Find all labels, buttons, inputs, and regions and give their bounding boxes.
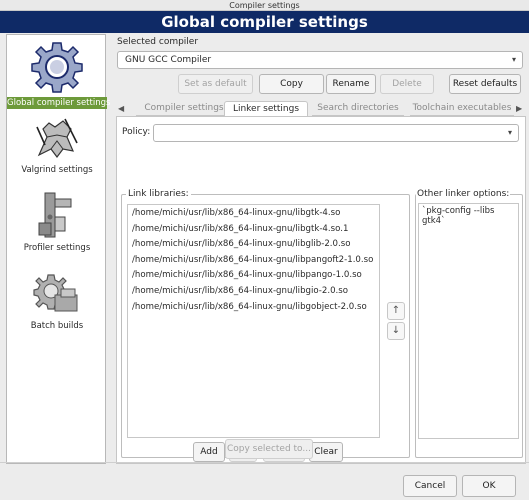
policy-label: Policy: xyxy=(122,127,151,137)
tab-scroll-right-icon[interactable]: ▶ xyxy=(516,101,522,116)
other-linker-options-value: `pkg-config --libs gtk4` xyxy=(422,206,495,226)
link-libraries-items: /home/michi/usr/lib/x86_64-linux-gnu/lib… xyxy=(128,205,379,315)
list-item[interactable]: /home/michi/usr/lib/x86_64-linux-gnu/lib… xyxy=(128,284,379,300)
sidebar-item-label: Global compiler settings xyxy=(7,97,111,109)
move-up-button[interactable]: ↑ xyxy=(387,302,405,320)
tab-toolchain-executables[interactable]: Toolchain executables xyxy=(410,101,514,116)
sidebar-item-label: Valgrind settings xyxy=(21,165,93,175)
gear-icon xyxy=(31,42,83,93)
tab-linker-settings[interactable]: Linker settings xyxy=(224,101,308,116)
other-linker-options-text[interactable]: `pkg-config --libs gtk4` xyxy=(418,203,519,439)
sidebar-item-global-compiler[interactable]: Global compiler settings xyxy=(7,39,111,109)
selected-compiler-label: Selected compiler xyxy=(117,37,199,47)
compiler-settings-dialog: Global compiler settings Valgrind settin… xyxy=(0,33,529,500)
delete-button[interactable]: Delete xyxy=(380,74,434,94)
other-linker-options-label: Other linker options: xyxy=(416,189,511,199)
copy-selected-to-button[interactable]: Copy selected to... xyxy=(225,439,313,459)
clear-libraries-button[interactable]: Clear xyxy=(309,442,343,462)
tab-search-directories[interactable]: Search directories xyxy=(312,101,404,116)
settings-tabs: ◀ Compiler settings Linker settings Sear… xyxy=(116,101,526,116)
sidebar-item-label: Profiler settings xyxy=(23,243,91,253)
window-title: Compiler settings xyxy=(0,0,529,11)
caliper-icon xyxy=(38,192,72,238)
sidebar-item-profiler[interactable]: Profiler settings xyxy=(7,189,107,253)
compiler-select-value: GNU GCC Compiler xyxy=(125,55,212,65)
list-item[interactable]: /home/michi/usr/lib/x86_64-linux-gnu/lib… xyxy=(128,253,379,269)
cancel-button[interactable]: Cancel xyxy=(403,475,457,497)
link-libraries-label: Link libraries: xyxy=(126,189,191,199)
arrow-up-icon: ↑ xyxy=(391,305,401,316)
policy-select[interactable]: ▾ xyxy=(153,124,519,142)
list-item[interactable]: /home/michi/usr/lib/x86_64-linux-gnu/lib… xyxy=(128,300,379,316)
sidebar-item-batch-builds[interactable]: Batch builds xyxy=(7,271,107,331)
linker-settings-panel: Policy: ▾ Link libraries: /home/michi/us… xyxy=(116,116,526,464)
page-banner: Global compiler settings xyxy=(0,11,529,33)
list-item[interactable]: /home/michi/usr/lib/x86_64-linux-gnu/lib… xyxy=(128,222,379,238)
sidebar-item-valgrind[interactable]: Valgrind settings xyxy=(7,115,107,175)
link-libraries-list[interactable]: /home/michi/usr/lib/x86_64-linux-gnu/lib… xyxy=(127,204,380,438)
list-item[interactable]: /home/michi/usr/lib/x86_64-linux-gnu/lib… xyxy=(128,268,379,284)
sidebar-item-label: Batch builds xyxy=(30,321,84,331)
move-down-button[interactable]: ↓ xyxy=(387,322,405,340)
tab-scroll-left-icon[interactable]: ◀ xyxy=(118,101,124,116)
knight-icon xyxy=(36,118,78,158)
list-item[interactable]: /home/michi/usr/lib/x86_64-linux-gnu/lib… xyxy=(128,206,379,222)
rename-button[interactable]: Rename xyxy=(326,74,376,94)
footer-divider xyxy=(0,462,529,463)
compiler-select[interactable]: GNU GCC Compiler ▾ xyxy=(117,51,523,69)
tab-compiler-settings[interactable]: Compiler settings xyxy=(136,101,232,116)
gear-blocks-icon xyxy=(33,274,78,312)
chevron-down-icon: ▾ xyxy=(507,128,512,137)
set-default-button[interactable]: Set as default xyxy=(178,74,253,94)
list-item[interactable]: /home/michi/usr/lib/x86_64-linux-gnu/lib… xyxy=(128,237,379,253)
sidebar: Global compiler settings Valgrind settin… xyxy=(6,34,111,464)
add-library-button[interactable]: Add xyxy=(193,442,225,462)
ok-button[interactable]: OK xyxy=(462,475,516,497)
arrow-down-icon: ↓ xyxy=(391,325,401,336)
copy-button[interactable]: Copy xyxy=(259,74,324,94)
chevron-down-icon: ▾ xyxy=(511,55,516,64)
reset-defaults-button[interactable]: Reset defaults xyxy=(449,74,521,94)
